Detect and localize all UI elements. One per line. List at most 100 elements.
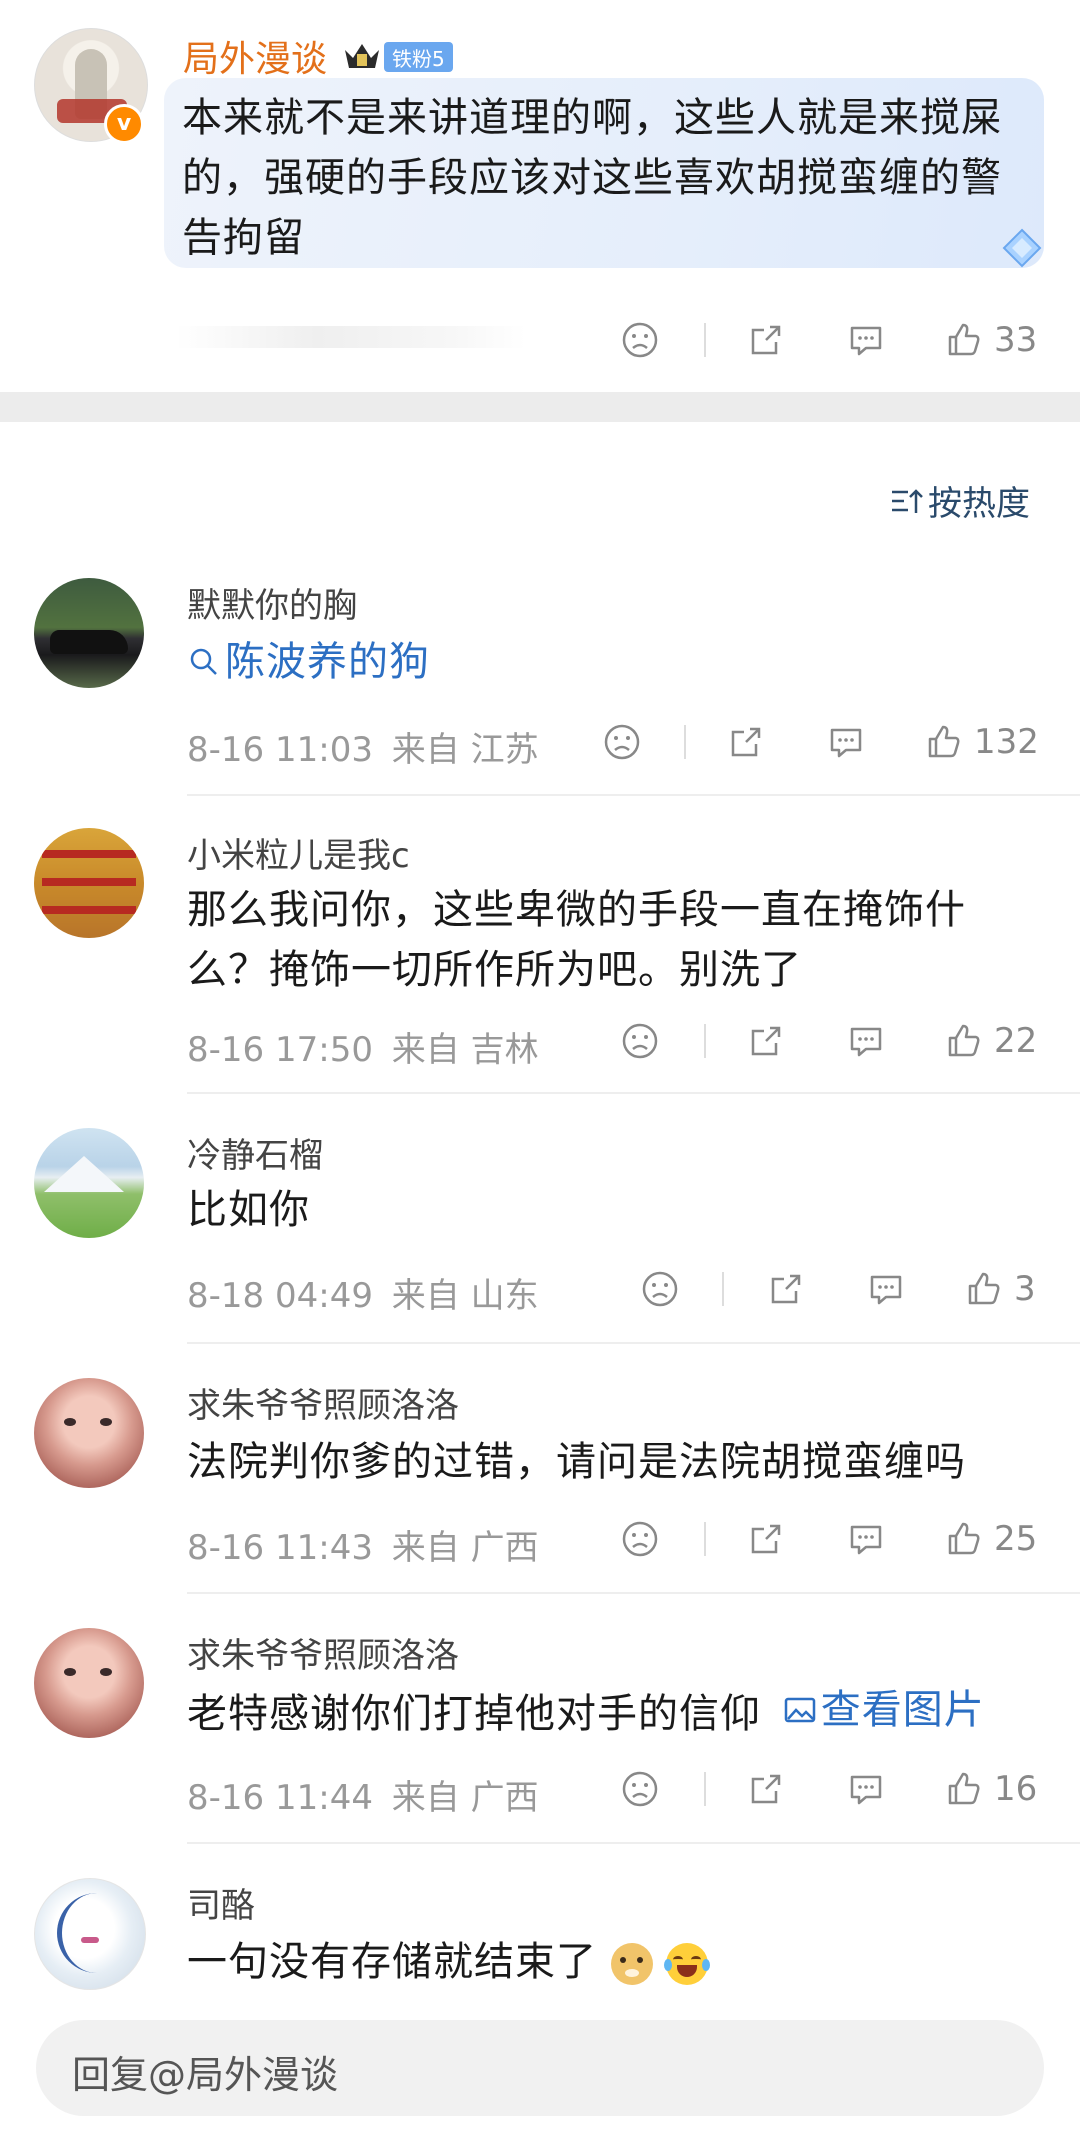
like-count: 16 xyxy=(994,1769,1038,1809)
search-icon xyxy=(190,648,217,675)
share-button[interactable] xyxy=(746,1764,786,1814)
reply-input[interactable]: 回复@局外漫谈 xyxy=(36,2020,1044,2116)
doge-emoji-icon xyxy=(610,1943,653,1985)
username[interactable]: 司酪 xyxy=(187,1878,255,1927)
dislike-button[interactable] xyxy=(620,315,660,365)
image-icon xyxy=(784,1697,815,1723)
avatar[interactable] xyxy=(34,1128,144,1238)
thumbs-up-icon xyxy=(948,1522,980,1555)
like-count: 3 xyxy=(1014,1269,1036,1309)
username[interactable]: 默默你的胸 xyxy=(187,578,357,627)
sort-icon xyxy=(892,488,923,513)
comment-text: 本来就不是来讲道理的啊，这些人就是来搅屎的，强硬的手段应该对这些喜欢胡搅蛮缠的警… xyxy=(182,95,1002,261)
comment-text: 比如你 xyxy=(187,1187,310,1233)
sad-face-icon xyxy=(622,1771,658,1807)
sort-label: 按热度 xyxy=(928,484,1030,524)
action-bar: 16 xyxy=(0,1764,1080,1814)
action-bar: 132 xyxy=(0,717,1080,767)
share-button[interactable] xyxy=(746,1016,786,1066)
action-bar: 22 xyxy=(0,1016,1080,1066)
comment-icon xyxy=(850,1027,882,1057)
username[interactable]: 冷静石榴 xyxy=(187,1128,323,1177)
username[interactable]: 小米粒儿是我c xyxy=(187,828,410,877)
comment-body: 老特感谢你们打掉他对手的信仰 xyxy=(187,1691,761,1737)
like-button[interactable]: 16 xyxy=(944,1764,1037,1814)
action-bar: 33 xyxy=(0,315,1080,365)
reply-placeholder: 回复@局外漫谈 xyxy=(72,2053,339,2097)
comment-icon xyxy=(850,326,882,356)
comment-button[interactable] xyxy=(866,1264,906,1314)
share-button[interactable] xyxy=(746,315,786,365)
comment-button[interactable] xyxy=(846,1514,886,1564)
tears-of-joy-emoji-icon xyxy=(664,1943,711,1985)
thumbs-up-icon xyxy=(948,1772,980,1805)
crown-icon xyxy=(345,44,379,68)
share-button[interactable] xyxy=(726,717,766,767)
like-count: 25 xyxy=(994,1519,1038,1559)
username[interactable]: 求朱爷爷照顾洛洛 xyxy=(187,1378,459,1427)
avatar[interactable] xyxy=(34,1378,144,1488)
share-icon xyxy=(771,1274,801,1304)
comment-text: 陈波养的狗 xyxy=(187,632,1047,696)
comment-text: 老特感谢你们打掉他对手的信仰 查看图片 xyxy=(187,1680,1047,1744)
diamond-icon xyxy=(1002,228,1042,268)
thumbs-up-icon xyxy=(928,725,960,758)
like-button[interactable]: 22 xyxy=(944,1016,1037,1066)
comment-button[interactable] xyxy=(826,717,866,767)
comment-button[interactable] xyxy=(846,315,886,365)
share-button[interactable] xyxy=(746,1514,786,1564)
action-bar: 3 xyxy=(0,1264,1080,1314)
dislike-button[interactable] xyxy=(602,717,642,767)
comment-icon xyxy=(850,1525,882,1555)
comment-text: 一句没有存储就结束了 xyxy=(187,1932,1047,1992)
thumbs-up-icon xyxy=(948,323,980,356)
view-image-text: 查看图片 xyxy=(820,1687,985,1733)
comment-icon xyxy=(870,1275,902,1305)
search-link-text: 陈波养的狗 xyxy=(225,639,430,685)
dislike-button[interactable] xyxy=(620,1764,660,1814)
sort-toggle[interactable]: 按热度 xyxy=(888,476,1030,525)
like-count: 132 xyxy=(974,722,1039,762)
sad-face-icon xyxy=(642,1271,678,1307)
comment-icon xyxy=(850,1775,882,1805)
sad-face-icon xyxy=(622,1521,658,1557)
sad-face-icon xyxy=(604,724,640,760)
share-icon xyxy=(751,1524,781,1554)
username[interactable]: 求朱爷爷照顾洛洛 xyxy=(187,1628,459,1677)
view-image-link[interactable]: 查看图片 xyxy=(783,1680,985,1740)
comment-text: 那么我问你，这些卑微的手段一直在掩饰什么？掩饰一切所作所为吧。别洗了 xyxy=(187,887,966,993)
like-button[interactable]: 132 xyxy=(924,717,1039,767)
avatar[interactable] xyxy=(34,578,144,688)
share-icon xyxy=(751,1774,781,1804)
comment-icon xyxy=(830,728,862,758)
sad-face-icon xyxy=(622,322,658,358)
sad-face-icon xyxy=(622,1023,658,1059)
like-count: 33 xyxy=(994,320,1038,360)
like-button[interactable]: 3 xyxy=(964,1264,1036,1314)
comment-body: 一句没有存储就结束了 xyxy=(187,1939,597,1985)
search-link[interactable]: 陈波养的狗 xyxy=(187,632,430,692)
avatar[interactable] xyxy=(34,828,144,938)
verified-badge-icon: v xyxy=(104,104,144,144)
username[interactable]: 局外漫谈 xyxy=(183,30,327,82)
action-bar: 25 xyxy=(0,1514,1080,1564)
dislike-button[interactable] xyxy=(620,1514,660,1564)
comment-text: 法院判你爹的过错，请问是法院胡搅蛮缠吗 xyxy=(187,1439,966,1485)
comment-button[interactable] xyxy=(846,1764,886,1814)
share-icon xyxy=(751,1026,781,1056)
thumbs-up-icon xyxy=(948,1024,980,1057)
thumbs-up-icon xyxy=(968,1272,1000,1305)
like-button[interactable]: 25 xyxy=(944,1514,1037,1564)
avatar[interactable] xyxy=(34,1628,144,1738)
fan-badge: 铁粉5 xyxy=(384,42,453,72)
share-icon xyxy=(731,727,761,757)
share-icon xyxy=(751,325,781,355)
like-button[interactable]: 33 xyxy=(944,315,1037,365)
comment-button[interactable] xyxy=(846,1016,886,1066)
avatar[interactable] xyxy=(34,1878,146,1990)
original-comment: v 局外漫谈 铁粉5 本来就不是来讲道理的啊，这些人就是来搅屎的，强硬的手段应该… xyxy=(0,0,1080,392)
dislike-button[interactable] xyxy=(620,1016,660,1066)
dislike-button[interactable] xyxy=(640,1264,680,1314)
like-count: 22 xyxy=(994,1021,1038,1061)
share-button[interactable] xyxy=(766,1264,806,1314)
